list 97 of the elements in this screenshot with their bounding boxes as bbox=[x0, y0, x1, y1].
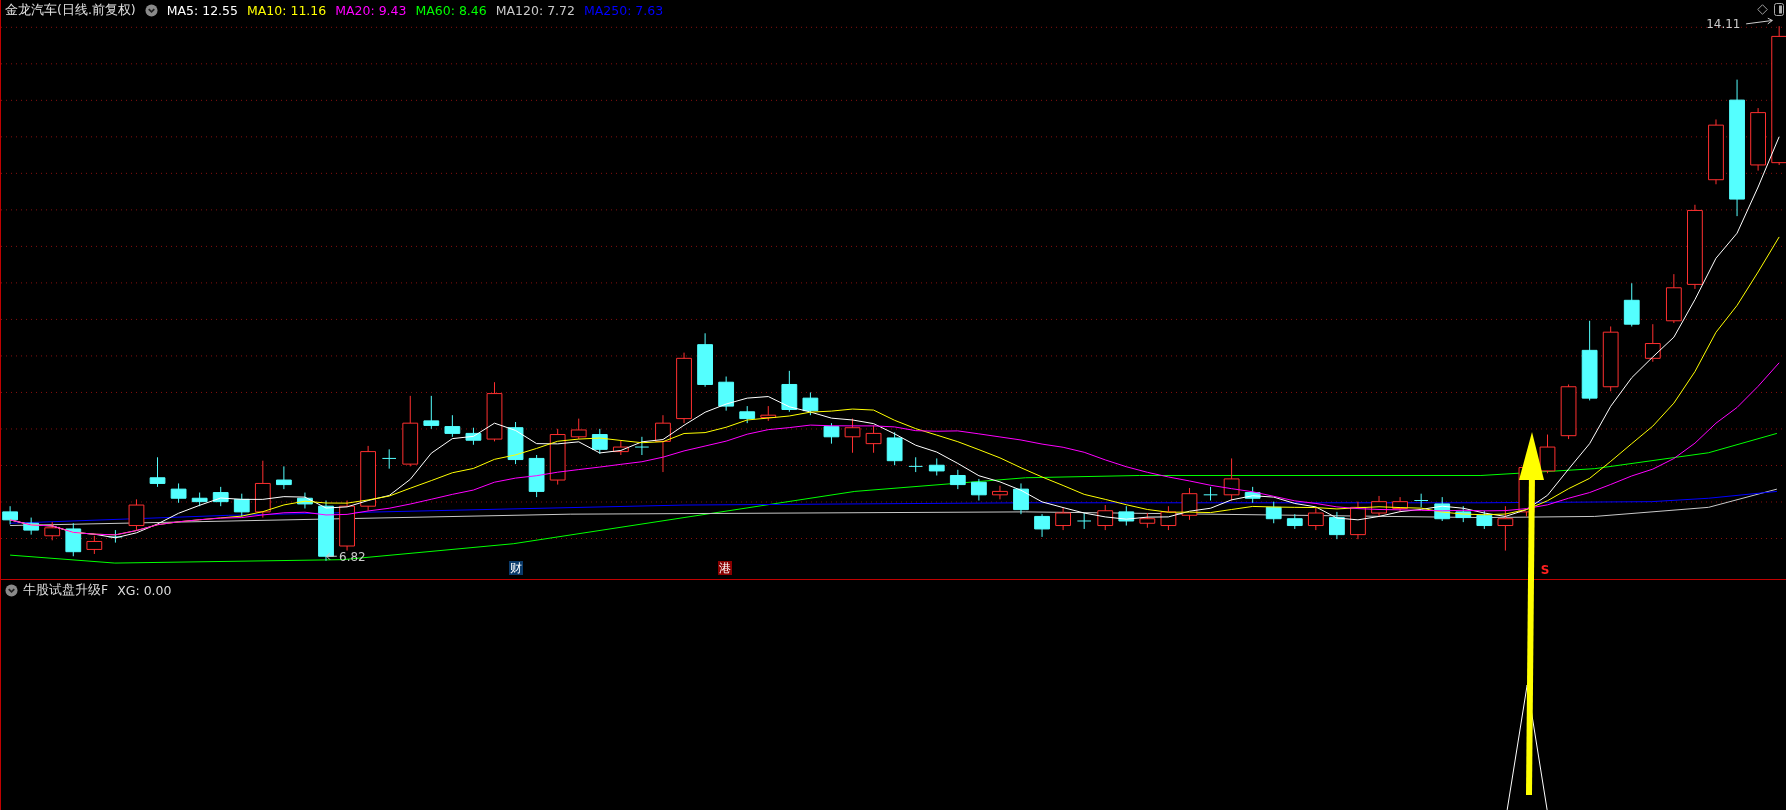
candlestick bbox=[739, 405, 756, 424]
candlestick bbox=[276, 465, 292, 490]
candlestick bbox=[949, 469, 966, 490]
candlestick bbox=[1644, 323, 1661, 363]
signal-marker[interactable]: S bbox=[1539, 563, 1551, 577]
candlestick bbox=[1076, 512, 1092, 530]
indicator-value: MA250: 7.63 bbox=[583, 3, 664, 18]
indicator-value: MA20: 9.43 bbox=[335, 3, 407, 18]
candlestick bbox=[886, 431, 903, 466]
candlestick bbox=[1392, 496, 1408, 513]
candlestick bbox=[108, 529, 123, 544]
candlestick bbox=[1602, 325, 1619, 392]
candlestick bbox=[1708, 118, 1724, 185]
candlestick bbox=[802, 391, 819, 416]
candlestick bbox=[444, 414, 461, 438]
event-marker[interactable]: 港 bbox=[718, 560, 733, 575]
candlestick bbox=[1307, 506, 1324, 531]
candlestick bbox=[1371, 495, 1387, 517]
candlestick bbox=[908, 456, 924, 473]
candlestick bbox=[1265, 501, 1282, 524]
candlestick bbox=[1329, 511, 1345, 540]
candlestick bbox=[1750, 107, 1766, 172]
event-marker[interactable]: 财 bbox=[508, 560, 523, 575]
candlestick bbox=[1560, 384, 1577, 440]
candlestick bbox=[170, 482, 187, 504]
candlestick bbox=[191, 492, 208, 507]
candlestick bbox=[971, 478, 987, 501]
candlestick bbox=[1413, 493, 1429, 508]
candlestick bbox=[1244, 486, 1261, 504]
candlestick bbox=[1497, 505, 1514, 552]
candlestick bbox=[1118, 505, 1135, 527]
candlestick bbox=[612, 439, 629, 456]
candlestick bbox=[1286, 513, 1303, 530]
candlestick bbox=[233, 493, 250, 517]
candlestick bbox=[1139, 512, 1156, 529]
diamond-icon[interactable] bbox=[1757, 4, 1768, 15]
candlestick bbox=[65, 522, 82, 557]
candlestick bbox=[381, 448, 397, 470]
candlestick bbox=[423, 395, 440, 430]
candlestick bbox=[86, 535, 103, 555]
candlestick bbox=[697, 332, 713, 388]
candlestick bbox=[1055, 506, 1071, 531]
candlestick bbox=[1013, 482, 1029, 515]
candlestick bbox=[634, 436, 650, 456]
indicator-title: 牛股试盘升级F bbox=[23, 582, 109, 599]
candlestick bbox=[1455, 505, 1472, 523]
candlestick bbox=[1203, 486, 1218, 501]
indicator-value: XG: 0.00 bbox=[117, 583, 172, 598]
candlestick bbox=[402, 395, 419, 467]
candlestick bbox=[1034, 513, 1050, 538]
candlestick bbox=[339, 500, 355, 552]
candlestick bbox=[1665, 273, 1682, 324]
indicator-value: MA5: 12.55 bbox=[166, 3, 238, 18]
collapse-icon[interactable] bbox=[5, 584, 18, 597]
candlestick bbox=[1623, 282, 1640, 327]
candlestick bbox=[823, 422, 840, 445]
candlestick bbox=[570, 418, 587, 440]
candlestick bbox=[718, 376, 735, 412]
candlestick bbox=[844, 418, 861, 454]
candlestick bbox=[928, 457, 945, 476]
candlestick bbox=[655, 414, 671, 473]
candlestick bbox=[992, 485, 1008, 500]
candlestick bbox=[1097, 504, 1114, 531]
candlestick bbox=[318, 500, 334, 562]
candlestick bbox=[212, 486, 229, 507]
candlestick bbox=[23, 517, 40, 536]
candlestick bbox=[760, 405, 777, 422]
candlestick bbox=[1160, 505, 1177, 531]
collapse-icon[interactable] bbox=[144, 4, 158, 17]
candlestick bbox=[360, 445, 377, 512]
candlestick bbox=[149, 456, 166, 488]
candlestick bbox=[676, 352, 692, 424]
candlestick bbox=[1223, 457, 1240, 501]
candlestick bbox=[781, 370, 798, 413]
high-price-label: 14.11 bbox=[1706, 17, 1773, 32]
candlestick bbox=[1476, 510, 1493, 530]
candlestick bbox=[2, 505, 18, 525]
candlestick bbox=[865, 424, 882, 454]
candlestick bbox=[128, 498, 145, 531]
candlestick bbox=[1181, 487, 1198, 521]
candlestick bbox=[486, 381, 503, 442]
candlestick bbox=[1350, 501, 1366, 540]
indicator-value: MA120: 7.72 bbox=[495, 3, 575, 18]
candlestick bbox=[465, 427, 482, 446]
candlestick bbox=[254, 460, 271, 519]
indicator-value: MA10: 11.16 bbox=[247, 3, 327, 18]
candlestick bbox=[297, 492, 313, 509]
candlestick bbox=[1539, 434, 1556, 474]
candlestick bbox=[591, 428, 608, 455]
candlestick bbox=[549, 428, 566, 486]
candlestick bbox=[507, 421, 524, 465]
candlestick bbox=[528, 454, 545, 498]
indicator-value: MA60: 8.46 bbox=[415, 3, 487, 18]
candlestick bbox=[44, 521, 61, 541]
candlestick bbox=[1434, 496, 1451, 522]
panel-toggle-icon[interactable] bbox=[1774, 3, 1784, 16]
chart-title: 金龙汽车(日线.前复权) bbox=[5, 2, 136, 19]
